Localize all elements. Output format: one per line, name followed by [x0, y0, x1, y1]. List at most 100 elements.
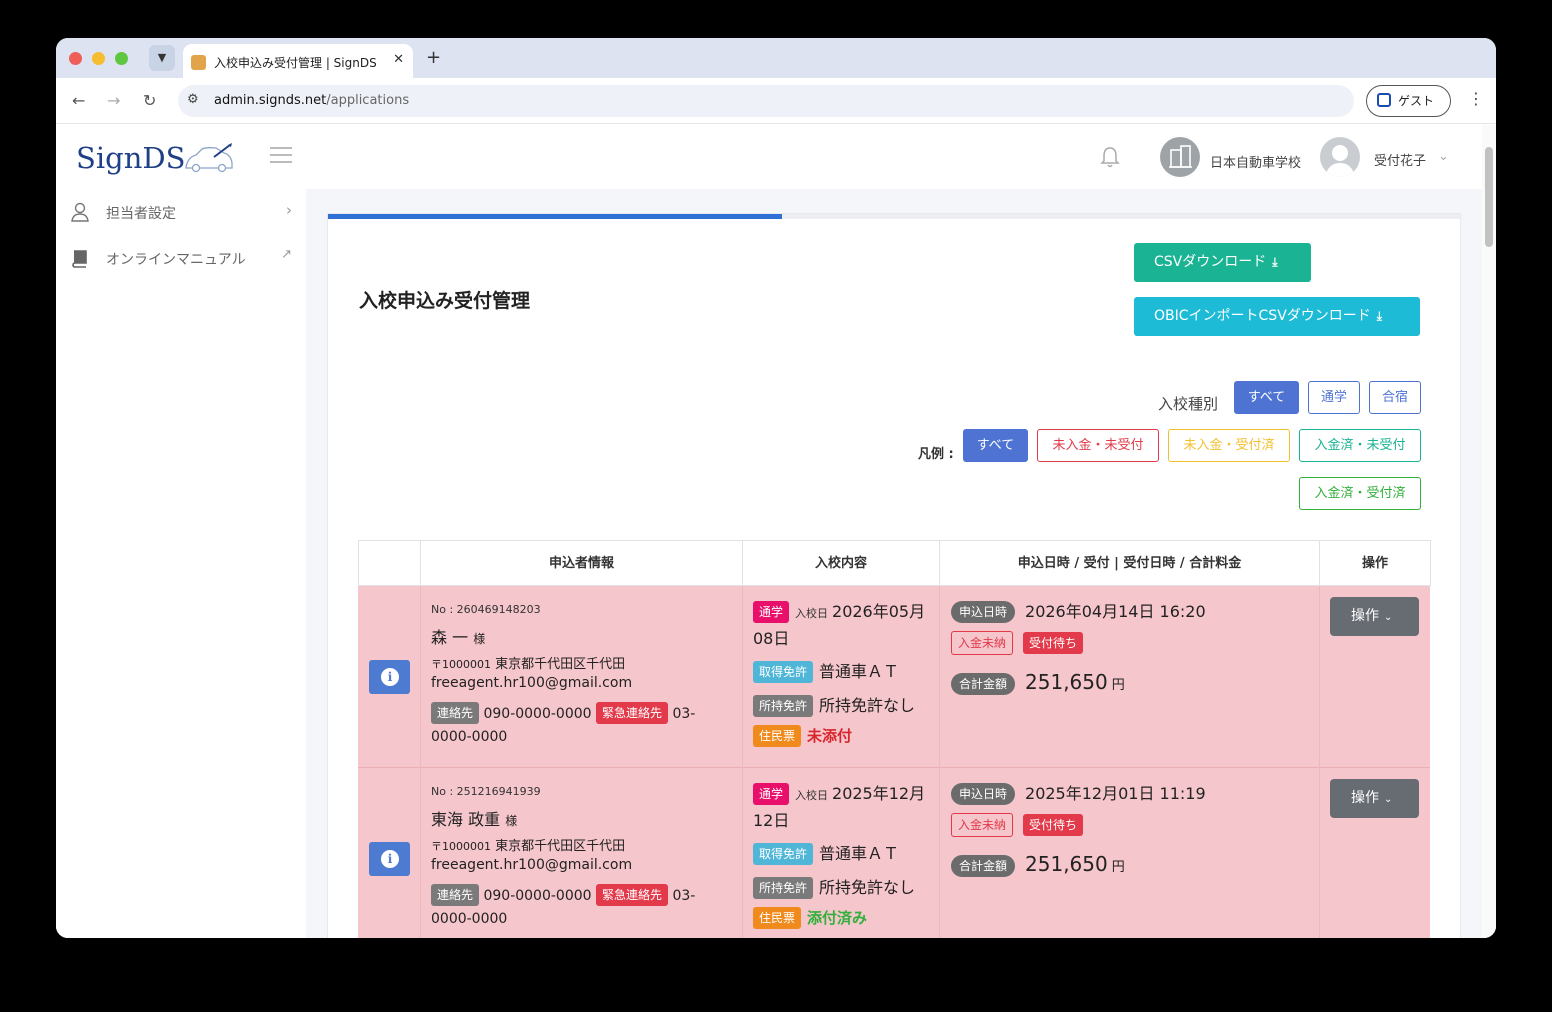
info-icon: i [381, 668, 399, 686]
scrollbar-thumb[interactable] [1485, 147, 1493, 247]
currency-label: 円 [1111, 860, 1125, 875]
emergency-contact-tag: 緊急連絡先 [596, 884, 669, 906]
page: SignDS 日本自動車学校 受付花子 ⌄ 担当者設定 › オンラインマニュアル… [56, 125, 1496, 938]
entry-date-line: 通学 入校日 2025年12月12日 [753, 781, 933, 833]
csv-download-label: CSVダウンロード [1154, 254, 1267, 270]
license-acquire-tag: 取得免許 [753, 661, 814, 683]
details-button[interactable]: i [369, 660, 410, 694]
user-outline-icon [71, 202, 89, 222]
contact-tag: 連絡先 [431, 702, 480, 724]
status-line: 入金未納 受付待ち [951, 813, 1093, 837]
table-header-applicant: 申込者情報 [421, 540, 743, 586]
favicon-icon [191, 55, 206, 70]
app-logo[interactable]: SignDS [76, 141, 186, 175]
tab-search-chevron-icon[interactable]: ▼ [149, 45, 175, 71]
license-line: 取得免許 普通車ＡＴ [753, 658, 899, 683]
currency-label: 円 [1111, 678, 1125, 693]
postal-code: 〒1000001 [431, 658, 491, 671]
legend-filter-unpaid-unaccepted[interactable]: 未入金・未受付 [1037, 429, 1159, 462]
total-tag: 合計金額 [951, 673, 1016, 695]
page-scrollbar[interactable] [1482, 125, 1496, 938]
sidebar-item-staff-settings[interactable]: 担当者設定 › [70, 199, 292, 229]
applicant-name-text: 東海 政重 [431, 810, 501, 829]
license-value: 普通車ＡＴ [819, 662, 900, 681]
total-line: 合計金額 251,650 円 [951, 670, 1125, 695]
applicant-email: freeagent.hr100@gmail.com [431, 857, 633, 873]
applied-at-line: 申込日時 2026年04月14日 16:20 [951, 598, 1206, 623]
table-header-icon [358, 540, 421, 586]
csv-download-button[interactable]: CSVダウンロード ⤓ [1134, 243, 1311, 282]
obic-csv-download-button[interactable]: OBICインポートCSVダウンロード ⤓ [1134, 297, 1420, 336]
tab-close-icon[interactable]: ✕ [393, 52, 404, 67]
notification-bell-icon[interactable] [1100, 146, 1120, 168]
actions-dropdown-button[interactable]: 操作 ⌄ [1330, 597, 1419, 636]
license-value: 普通車ＡＴ [819, 844, 900, 863]
app-header: SignDS 日本自動車学校 受付花子 ⌄ [56, 125, 1482, 189]
browser-tab[interactable]: 入校申込み受付管理 | SignDS（ ✕ [183, 44, 413, 78]
profile-button[interactable]: ゲスト [1366, 85, 1451, 117]
user-avatar[interactable] [1320, 137, 1360, 177]
actions-label: 操作 [1351, 790, 1379, 806]
profile-icon [1377, 93, 1391, 107]
new-tab-plus-icon[interactable]: + [426, 47, 441, 68]
reload-icon[interactable]: ↻ [143, 91, 156, 110]
resident-card-status: 未添付 [807, 727, 853, 745]
profile-label: ゲスト [1398, 94, 1435, 108]
hamburger-menu-icon[interactable] [270, 147, 292, 168]
sidebar-item-label: オンラインマニュアル [106, 252, 246, 268]
minimize-window-button[interactable] [92, 52, 105, 65]
sidebar-item-online-manual[interactable]: オンラインマニュアル ↗ [70, 245, 292, 275]
applicant-contacts: 連絡先 090-0000-0000 緊急連絡先 03-0000-0000 [431, 702, 731, 749]
total-amount: 251,650 [1025, 852, 1108, 876]
browser-menu-icon[interactable]: ⋮ [1468, 89, 1484, 108]
accept-status-tag: 受付待ち [1023, 632, 1084, 654]
download-icon: ⤓ [1272, 255, 1278, 269]
browser-window: ▼ 入校申込み受付管理 | SignDS（ ✕ + ← → ↻ ⚙ admin.… [56, 38, 1496, 938]
forward-arrow-icon[interactable]: → [107, 91, 120, 110]
legend-label: 凡例 : [918, 447, 954, 462]
license-held-tag: 所持免許 [753, 695, 814, 717]
school-name[interactable]: 日本自動車学校 [1210, 152, 1301, 171]
obic-download-label: OBICインポートCSVダウンロード [1154, 308, 1371, 324]
table-header-dates: 申込日時 / 受付 | 受付日時 / 合計料金 [940, 540, 1320, 586]
url-field[interactable]: ⚙ admin.signds.net/applications [178, 85, 1354, 117]
emergency-contact-tag: 緊急連絡先 [596, 702, 669, 724]
type-filter-camp[interactable]: 合宿 [1369, 381, 1421, 414]
course-type-tag: 通学 [753, 783, 790, 805]
site-settings-icon[interactable]: ⚙ [187, 92, 199, 107]
back-arrow-icon[interactable]: ← [72, 91, 85, 110]
legend-filter-unpaid-accepted[interactable]: 未入金・受付済 [1168, 429, 1290, 462]
maximize-window-button[interactable] [115, 52, 128, 65]
address-bar: ← → ↻ ⚙ admin.signds.net/applications ゲス… [56, 78, 1496, 124]
applicant-name: 東海 政重 様 [431, 806, 517, 830]
user-name[interactable]: 受付花子 [1374, 150, 1426, 169]
table-header-actions: 操作 [1320, 540, 1431, 586]
applicant-name-text: 森 一 [431, 628, 469, 647]
car-logo-icon [185, 143, 233, 173]
held-license-value: 所持免許なし [819, 878, 916, 897]
entry-date-line: 通学 入校日 2026年05月08日 [753, 599, 933, 651]
actions-dropdown-button[interactable]: 操作 ⌄ [1330, 779, 1419, 818]
applied-at: 2026年04月14日 16:20 [1025, 602, 1206, 621]
school-building-icon[interactable] [1160, 137, 1200, 177]
url-host: admin.signds.net [214, 93, 327, 108]
honorific: 様 [473, 632, 486, 646]
total-amount: 251,650 [1025, 670, 1108, 694]
type-filter-all[interactable]: すべて [1234, 381, 1299, 414]
book-icon [72, 250, 87, 268]
legend-filter-paid-accepted[interactable]: 入金済・受付済 [1299, 477, 1421, 510]
type-filter-commute[interactable]: 通学 [1308, 381, 1360, 414]
license-acquire-tag: 取得免許 [753, 843, 814, 865]
postal-code: 〒1000001 [431, 840, 491, 853]
legend-filter-paid-unaccepted[interactable]: 入金済・未受付 [1299, 429, 1421, 462]
table-header-entry: 入校内容 [743, 540, 940, 586]
legend-filter-all[interactable]: すべて [963, 429, 1028, 462]
applicant-email: freeagent.hr100@gmail.com [431, 675, 633, 691]
user-dropdown-chevron-icon[interactable]: ⌄ [1438, 149, 1449, 164]
chevron-down-icon: ⌄ [1384, 612, 1393, 623]
license-held-tag: 所持免許 [753, 877, 814, 899]
details-button[interactable]: i [369, 842, 410, 876]
sidebar: 担当者設定 › オンラインマニュアル ↗ [56, 189, 306, 938]
tab-title: 入校申込み受付管理 | SignDS（ [214, 56, 384, 70]
close-window-button[interactable] [69, 52, 82, 65]
